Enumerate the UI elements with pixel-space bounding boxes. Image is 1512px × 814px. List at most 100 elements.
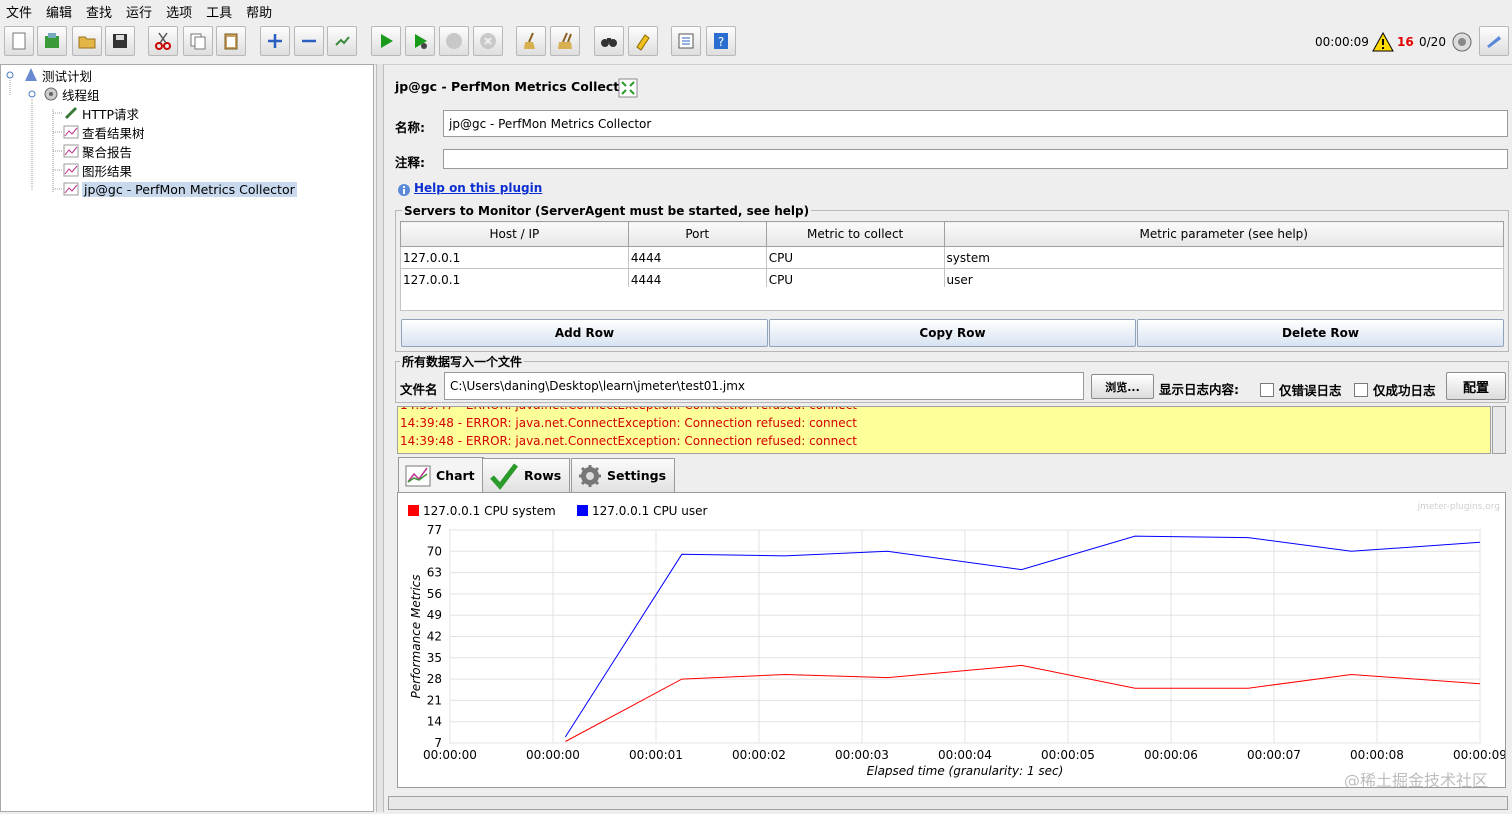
browse-button[interactable]: 浏览...	[1091, 374, 1154, 399]
y-tick-label: 21	[427, 693, 442, 707]
tab-chart[interactable]: Chart	[398, 457, 484, 493]
start-button[interactable]	[371, 26, 401, 56]
start-no-pauses-button[interactable]	[405, 26, 435, 56]
split-pane-divider[interactable]	[376, 64, 384, 812]
chart-icon	[405, 465, 431, 486]
search-button[interactable]	[594, 26, 624, 56]
svg-text:?: ?	[718, 35, 724, 49]
name-input[interactable]: jp@gc - PerfMon Metrics Collector	[443, 110, 1508, 137]
tree-node-http-request[interactable]: HTTP请求	[63, 104, 139, 122]
log-scrollbar[interactable]	[1492, 406, 1506, 454]
clear-all-button[interactable]	[550, 26, 580, 56]
panel-title: jp@gc - PerfMon Metrics Collector	[395, 79, 634, 94]
comment-input[interactable]	[443, 149, 1508, 169]
comment-label: 注释:	[395, 155, 425, 170]
collapse-all-button[interactable]	[294, 26, 324, 56]
cell-metric-param[interactable]: system	[943, 246, 1505, 269]
tab-rows[interactable]: Rows	[482, 458, 571, 492]
menu-options[interactable]: 选项	[160, 2, 198, 21]
tree-node-graph-results[interactable]: 图形结果	[63, 161, 132, 179]
copy-button[interactable]	[183, 26, 213, 56]
http-sampler-icon	[64, 106, 78, 120]
add-row-button[interactable]: Add Row	[401, 319, 768, 347]
errors-only-label: 仅错误日志	[1279, 383, 1342, 398]
tree-node-thread-group[interactable]: 线程组	[43, 85, 100, 103]
log-icon	[1487, 36, 1501, 48]
x-axis-label: Elapsed time (granularity: 1 sec)	[867, 764, 1064, 778]
cut-button[interactable]	[148, 26, 178, 56]
minus-icon	[302, 39, 316, 43]
folder-open-icon	[78, 36, 96, 49]
scissors-icon	[155, 32, 171, 50]
help-button[interactable]: ?	[706, 26, 736, 56]
list-icon	[678, 33, 694, 49]
success-only-checkbox[interactable]: 仅成功日志	[1354, 380, 1436, 399]
table-empty-area	[400, 287, 1504, 311]
expand-all-button[interactable]	[260, 26, 290, 56]
tree-node-aggregate-report[interactable]: 聚合报告	[63, 142, 132, 160]
y-axis-label: Performance Metrics	[409, 574, 423, 698]
save-button[interactable]	[105, 26, 135, 56]
col-host[interactable]: Host / IP	[400, 221, 629, 247]
thread-group-icon	[44, 87, 58, 101]
errors-only-checkbox[interactable]: 仅错误日志	[1260, 380, 1342, 399]
y-tick-label: 42	[427, 630, 442, 644]
new-button[interactable]	[4, 26, 34, 56]
cell-host[interactable]: 127.0.0.1	[400, 246, 629, 269]
cell-metric[interactable]: CPU	[765, 246, 945, 269]
filename-input[interactable]: C:\Users\daning\Desktop\learn\jmeter\tes…	[444, 372, 1084, 400]
x-tick-label: 00:00:09	[1453, 748, 1505, 762]
col-metric[interactable]: Metric to collect	[765, 221, 945, 247]
menu-edit[interactable]: 编辑	[40, 2, 78, 21]
paste-button[interactable]	[216, 26, 246, 56]
toggle-icon	[335, 36, 350, 46]
menu-tools[interactable]: 工具	[200, 2, 238, 21]
tree-node-view-results-tree[interactable]: 查看结果树	[63, 123, 145, 141]
success-only-label: 仅成功日志	[1373, 383, 1436, 398]
tree-node-test-plan[interactable]: 测试计划	[23, 66, 92, 84]
expand-icon[interactable]	[618, 78, 638, 98]
configure-button[interactable]: 配置	[1446, 372, 1506, 400]
horizontal-scrollbar[interactable]	[388, 796, 1508, 810]
cell-port[interactable]: 4444	[627, 246, 767, 269]
menu-run[interactable]: 运行	[120, 2, 158, 21]
col-port[interactable]: Port	[627, 221, 767, 247]
log-viewer-button[interactable]	[1479, 26, 1509, 56]
menu-bar: 文件 编辑 查找 运行 选项 工具 帮助	[0, 0, 1512, 22]
function-helper-button[interactable]	[671, 26, 701, 56]
log-area[interactable]: 14:39:47 - ERROR: java.net.ConnectExcept…	[397, 406, 1491, 454]
chart-area: 7 14 21 28 35 42 49 56 63 70 77 00:00:00 00:00:00 00:…	[397, 492, 1507, 790]
table-row[interactable]: 127.0.0.1 4444 CPU system	[400, 246, 1505, 269]
menu-file[interactable]: 文件	[0, 2, 38, 21]
log-line: 14:39:47 - ERROR: java.net.ConnectExcept…	[398, 407, 1490, 414]
legend-label: 127.0.0.1 CPU system	[423, 504, 556, 518]
y-tick-label: 77	[427, 523, 442, 537]
menu-help[interactable]: 帮助	[240, 2, 278, 21]
x-tick-label: 00:00:04	[938, 748, 992, 762]
legend-swatch	[577, 505, 588, 516]
tab-settings[interactable]: Settings	[571, 458, 676, 492]
copy-row-button[interactable]: Copy Row	[769, 319, 1136, 347]
delete-row-button[interactable]: Delete Row	[1137, 319, 1504, 347]
help-link[interactable]: Help on this plugin	[414, 181, 542, 195]
listener-icon	[63, 182, 79, 196]
reset-search-button[interactable]	[628, 26, 658, 56]
info-icon	[398, 184, 410, 196]
listener-icon	[63, 144, 79, 158]
warning-icon[interactable]	[1372, 32, 1394, 52]
col-metric-param[interactable]: Metric parameter (see help)	[943, 221, 1505, 247]
name-label: 名称:	[395, 120, 425, 135]
stop-button[interactable]	[439, 26, 469, 56]
listener-icon	[63, 163, 79, 177]
open-button[interactable]	[72, 26, 102, 56]
clear-button[interactable]	[516, 26, 546, 56]
templates-button[interactable]	[37, 26, 67, 56]
checkbox-box[interactable]	[1354, 382, 1368, 397]
tree-node-perfmon-collector[interactable]: jp@gc - PerfMon Metrics Collector	[63, 180, 297, 198]
file-group-title: 所有数据写入一个文件	[400, 353, 525, 370]
x-tick-label: 00:00:03	[835, 748, 889, 762]
toggle-button[interactable]	[327, 26, 357, 56]
checkbox-box[interactable]	[1260, 382, 1274, 397]
shutdown-button[interactable]	[473, 26, 503, 56]
menu-search[interactable]: 查找	[80, 2, 118, 21]
